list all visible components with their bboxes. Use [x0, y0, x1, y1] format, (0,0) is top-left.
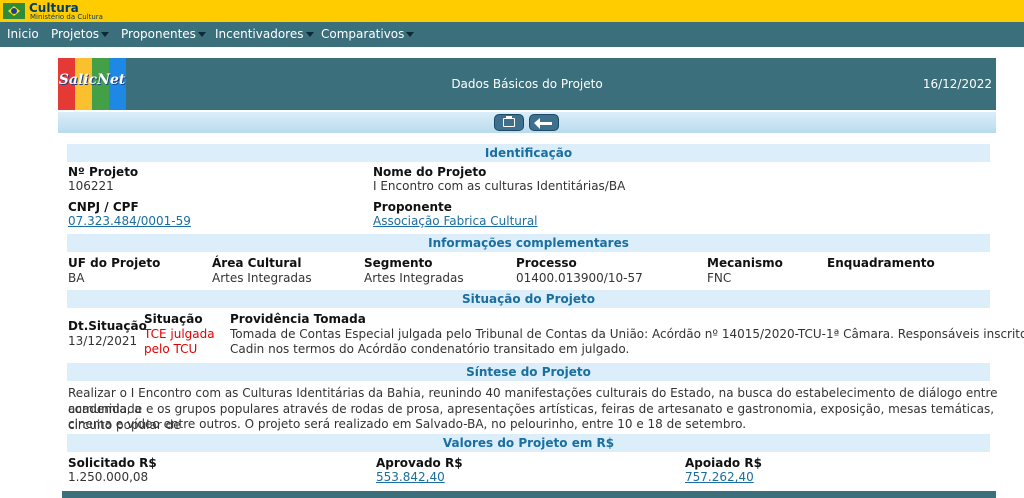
print-button[interactable]: [494, 114, 524, 131]
cnpj-link[interactable]: 07.323.484/0001-59: [68, 214, 191, 228]
apoiado-link[interactable]: 757.262,40: [685, 470, 754, 484]
nav-projetos[interactable]: Projetos: [51, 22, 110, 47]
numero-value: 106221: [68, 179, 114, 193]
nav-comparativos[interactable]: Comparativos: [321, 22, 415, 47]
mecanismo-label: Mecanismo: [707, 256, 783, 270]
situacao-value: TCE julgada: [144, 327, 215, 341]
cnpj-label: CNPJ / CPF: [68, 200, 139, 214]
nav-proponentes[interactable]: Proponentes: [121, 22, 206, 47]
section-situacao: Situação do Projeto: [67, 290, 990, 308]
situacao-value-cont: pelo TCU: [144, 342, 198, 356]
section-sintese: Síntese do Projeto: [67, 363, 990, 381]
header-date: 16/12/2022: [922, 77, 992, 91]
action-toolbar: [58, 112, 996, 133]
back-arrow-icon: [534, 118, 552, 129]
area-label: Área Cultural: [212, 256, 302, 270]
proponente-label: Proponente: [373, 200, 452, 214]
dt-situacao-value: 13/12/2021: [68, 334, 138, 348]
page-title: Dados Básicos do Projeto: [451, 77, 603, 91]
situacao-label: Situação: [144, 312, 203, 326]
processo-value: 01400.013900/10-57: [516, 271, 643, 285]
solicitado-value: 1.250.000,08: [68, 470, 149, 484]
apoiado-label: Apoiado R$: [685, 456, 762, 470]
section-informacoes: Informações complementares: [67, 234, 990, 252]
caret-down-icon: [305, 32, 314, 37]
main-nav: Inicio Projetos Proponentes Incentivador…: [0, 22, 1024, 47]
section-identificacao: Identificação: [67, 144, 990, 162]
enquadramento-label: Enquadramento: [827, 256, 935, 270]
sintese-line-3: cinema e vídeo entre outros. O projeto s…: [68, 417, 747, 431]
segmento-value: Artes Integradas: [364, 271, 464, 285]
caret-down-icon: [101, 32, 110, 37]
top-banner: Cultura Ministério da Cultura: [0, 0, 1024, 22]
nav-incentivadores[interactable]: Incentivadores: [215, 22, 314, 47]
nome-label: Nome do Projeto: [373, 165, 487, 179]
solicitado-label: Solicitado R$: [68, 456, 157, 470]
brand-subtitle: Ministério da Cultura: [30, 13, 103, 21]
proponente-link[interactable]: Associação Fabrica Cultural: [373, 214, 538, 228]
providencia-text-cont: Cadin nos termos do Acórdão condenatório…: [230, 342, 630, 356]
brazil-flag-icon: [3, 3, 25, 19]
segmento-label: Segmento: [364, 256, 433, 270]
caret-down-icon: [406, 32, 415, 37]
nome-value: I Encontro com as culturas Identitárias/…: [373, 179, 626, 193]
back-button[interactable]: [529, 114, 559, 131]
footer-bar: [62, 491, 996, 498]
mecanismo-value: FNC: [707, 271, 732, 285]
salicnet-logo-text: SalicNet: [58, 72, 126, 88]
providencia-text: Tomada de Contas Especial julgada pelo T…: [230, 327, 1024, 341]
salicnet-logo: SalicNet: [58, 58, 126, 110]
uf-value: BA: [68, 271, 85, 285]
processo-label: Processo: [516, 256, 577, 270]
numero-label: Nº Projeto: [68, 165, 139, 179]
area-value: Artes Integradas: [212, 271, 312, 285]
caret-down-icon: [197, 32, 206, 37]
nav-inicio[interactable]: Inicio: [7, 22, 39, 47]
providencia-label: Providência Tomada: [230, 312, 366, 326]
section-valores: Valores do Projeto em R$: [67, 434, 990, 452]
uf-label: UF do Projeto: [68, 256, 161, 270]
page-header: Dados Básicos do Projeto SalicNet 16/12/…: [58, 58, 996, 110]
printer-icon: [503, 116, 515, 127]
dt-situacao-label: Dt.Situação: [68, 319, 147, 333]
aprovado-label: Aprovado R$: [376, 456, 463, 470]
aprovado-link[interactable]: 553.842,40: [376, 470, 445, 484]
